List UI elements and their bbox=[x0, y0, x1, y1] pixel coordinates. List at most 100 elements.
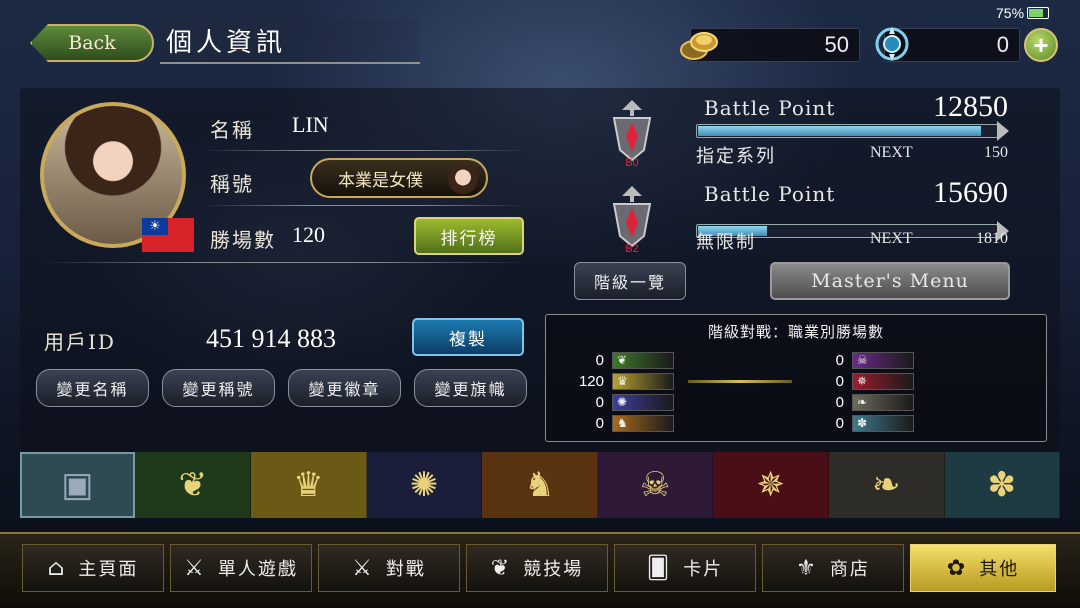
title-plate: 本業是女僕 bbox=[310, 158, 488, 198]
nav-cards[interactable]: 🂠 卡片 bbox=[614, 544, 756, 592]
page-title: 個人資訊 bbox=[160, 18, 420, 64]
battle-point-progress bbox=[696, 121, 1009, 141]
battery-indicator: 75% bbox=[996, 5, 1050, 21]
ranking-button[interactable]: 排行榜 bbox=[414, 217, 524, 255]
nav-shop-label: 商店 bbox=[829, 559, 870, 580]
flag-sun-icon: ☀ bbox=[142, 218, 168, 235]
battery-icon bbox=[1027, 7, 1050, 19]
user-id-label: 用戶ID bbox=[44, 330, 116, 354]
class-tab[interactable]: ▣ bbox=[20, 452, 136, 518]
nav-other[interactable]: ✿ 其他 bbox=[910, 544, 1056, 592]
bat-icon: ✵ bbox=[756, 465, 785, 505]
card-back-icon: ▣ bbox=[61, 465, 94, 505]
class-win-row: 0 ❧ bbox=[818, 393, 914, 411]
class-tab[interactable]: ✺ bbox=[366, 452, 483, 518]
shop-icon: ⚜ bbox=[796, 555, 818, 581]
nav-solo-label: 單人遊戲 bbox=[217, 559, 298, 580]
class-tab[interactable]: ♛ bbox=[251, 452, 367, 518]
nav-battle-label: 對戰 bbox=[385, 559, 426, 580]
spiral-icon: ✽ bbox=[852, 414, 914, 432]
class-tab[interactable]: ✽ bbox=[944, 452, 1061, 518]
change-title-button[interactable]: 變更稱號 bbox=[162, 369, 275, 407]
nav-home[interactable]: ⌂ 主頁面 bbox=[22, 544, 164, 592]
class-tab[interactable]: ❧ bbox=[828, 452, 945, 518]
wins-highlight-bar bbox=[688, 380, 792, 383]
title-value: 本業是女僕 bbox=[338, 170, 423, 191]
nav-other-label: 其他 bbox=[979, 559, 1020, 580]
name-value: LIN bbox=[292, 112, 329, 137]
class-win-count: 0 bbox=[835, 393, 844, 411]
wins-label: 勝場數 bbox=[210, 228, 276, 252]
class-win-count: 0 bbox=[595, 414, 604, 432]
laurel-icon: ❦ bbox=[490, 555, 512, 581]
class-win-count: 0 bbox=[595, 351, 604, 369]
battle-point-value: 12850 bbox=[933, 90, 1008, 123]
class-win-row: 0 ♞ bbox=[578, 414, 674, 432]
sword-icon: ⚔ bbox=[184, 555, 206, 581]
add-crystal-button[interactable]: + bbox=[1024, 28, 1058, 62]
crossed-swords-icon: ⚔ bbox=[352, 555, 374, 581]
battle-point-value: 15690 bbox=[933, 176, 1008, 209]
next-label: NEXT bbox=[870, 230, 913, 247]
change-name-button[interactable]: 變更名稱 bbox=[36, 369, 149, 407]
nav-arena-label: 競技場 bbox=[523, 559, 584, 580]
leaf-icon: ❦ bbox=[178, 465, 208, 505]
class-win-count: 0 bbox=[835, 351, 844, 369]
rank-emblem-icon: B2 bbox=[612, 186, 652, 255]
class-win-count: 120 bbox=[578, 372, 604, 390]
change-emblem-button[interactable]: 變更徽章 bbox=[288, 369, 401, 407]
class-win-row: 0 ✺ bbox=[578, 393, 674, 411]
cards-icon: 🂠 bbox=[646, 555, 672, 581]
crystal-icon bbox=[875, 27, 909, 61]
other-icon: ✿ bbox=[946, 555, 968, 581]
class-wins-title: 階級對戰：職業別勝場數 bbox=[707, 323, 884, 341]
class-tab[interactable]: ✵ bbox=[713, 452, 829, 518]
dragon-icon: ♞ bbox=[524, 465, 555, 505]
crystal-amount: 0 bbox=[996, 32, 1009, 57]
rank-list-button[interactable]: 階級一覽 bbox=[574, 262, 686, 300]
class-win-row: 0 ✵ bbox=[818, 372, 914, 390]
class-win-row: 0 ❦ bbox=[578, 351, 674, 369]
next-label: NEXT bbox=[870, 144, 913, 161]
masters-menu-button[interactable]: Master's Menu bbox=[770, 262, 1010, 300]
name-label: 名稱 bbox=[210, 118, 254, 142]
rank-emblem-icon: B0 bbox=[612, 100, 652, 169]
class-tab[interactable]: ☠ bbox=[597, 452, 714, 518]
class-win-row: 120 ♛ bbox=[578, 372, 674, 390]
wings-icon: ❧ bbox=[852, 393, 914, 411]
battery-percent: 75% bbox=[996, 5, 1025, 21]
class-win-count: 0 bbox=[835, 372, 844, 390]
change-banner-button[interactable]: 變更旗幟 bbox=[414, 369, 527, 407]
nav-cards-label: 卡片 bbox=[683, 559, 724, 580]
dragon-icon: ♞ bbox=[612, 414, 674, 432]
nav-home-label: 主頁面 bbox=[78, 559, 139, 580]
spiral-icon: ✽ bbox=[987, 465, 1017, 505]
coin-icon bbox=[680, 32, 718, 60]
title-portrait-icon bbox=[448, 164, 478, 194]
format-label: 指定系列 bbox=[696, 146, 776, 166]
class-tab[interactable]: ♞ bbox=[482, 452, 598, 518]
divider bbox=[200, 150, 528, 151]
nav-shop[interactable]: ⚜ 商店 bbox=[762, 544, 904, 592]
user-id-value: 451 914 883 bbox=[206, 324, 336, 353]
class-tabs: ▣ ❦ ♛ ✺ ♞ ☠ ✵ ❧ ✽ bbox=[20, 452, 1061, 518]
divider bbox=[200, 205, 528, 206]
nav-solo[interactable]: ⚔ 單人遊戲 bbox=[170, 544, 312, 592]
back-button[interactable]: Back bbox=[30, 24, 154, 62]
crown-icon: ♛ bbox=[612, 372, 674, 390]
nav-arena[interactable]: ❦ 競技場 bbox=[466, 544, 608, 592]
class-tab[interactable]: ❦ bbox=[135, 452, 252, 518]
copy-id-button[interactable]: 複製 bbox=[412, 318, 524, 356]
skull-icon: ☠ bbox=[852, 351, 914, 369]
nav-battle[interactable]: ⚔ 對戰 bbox=[318, 544, 460, 592]
format-label: 無限制 bbox=[696, 232, 756, 252]
next-value: 1810 bbox=[976, 230, 1008, 247]
bat-icon: ✵ bbox=[852, 372, 914, 390]
leaf-icon: ❦ bbox=[612, 351, 674, 369]
divider bbox=[40, 262, 530, 263]
class-win-count: 0 bbox=[595, 393, 604, 411]
star-icon: ✺ bbox=[612, 393, 674, 411]
crown-icon: ♛ bbox=[293, 465, 324, 505]
rank-emblem-label: B2 bbox=[625, 243, 638, 255]
rank-emblem-label: B0 bbox=[625, 157, 638, 169]
